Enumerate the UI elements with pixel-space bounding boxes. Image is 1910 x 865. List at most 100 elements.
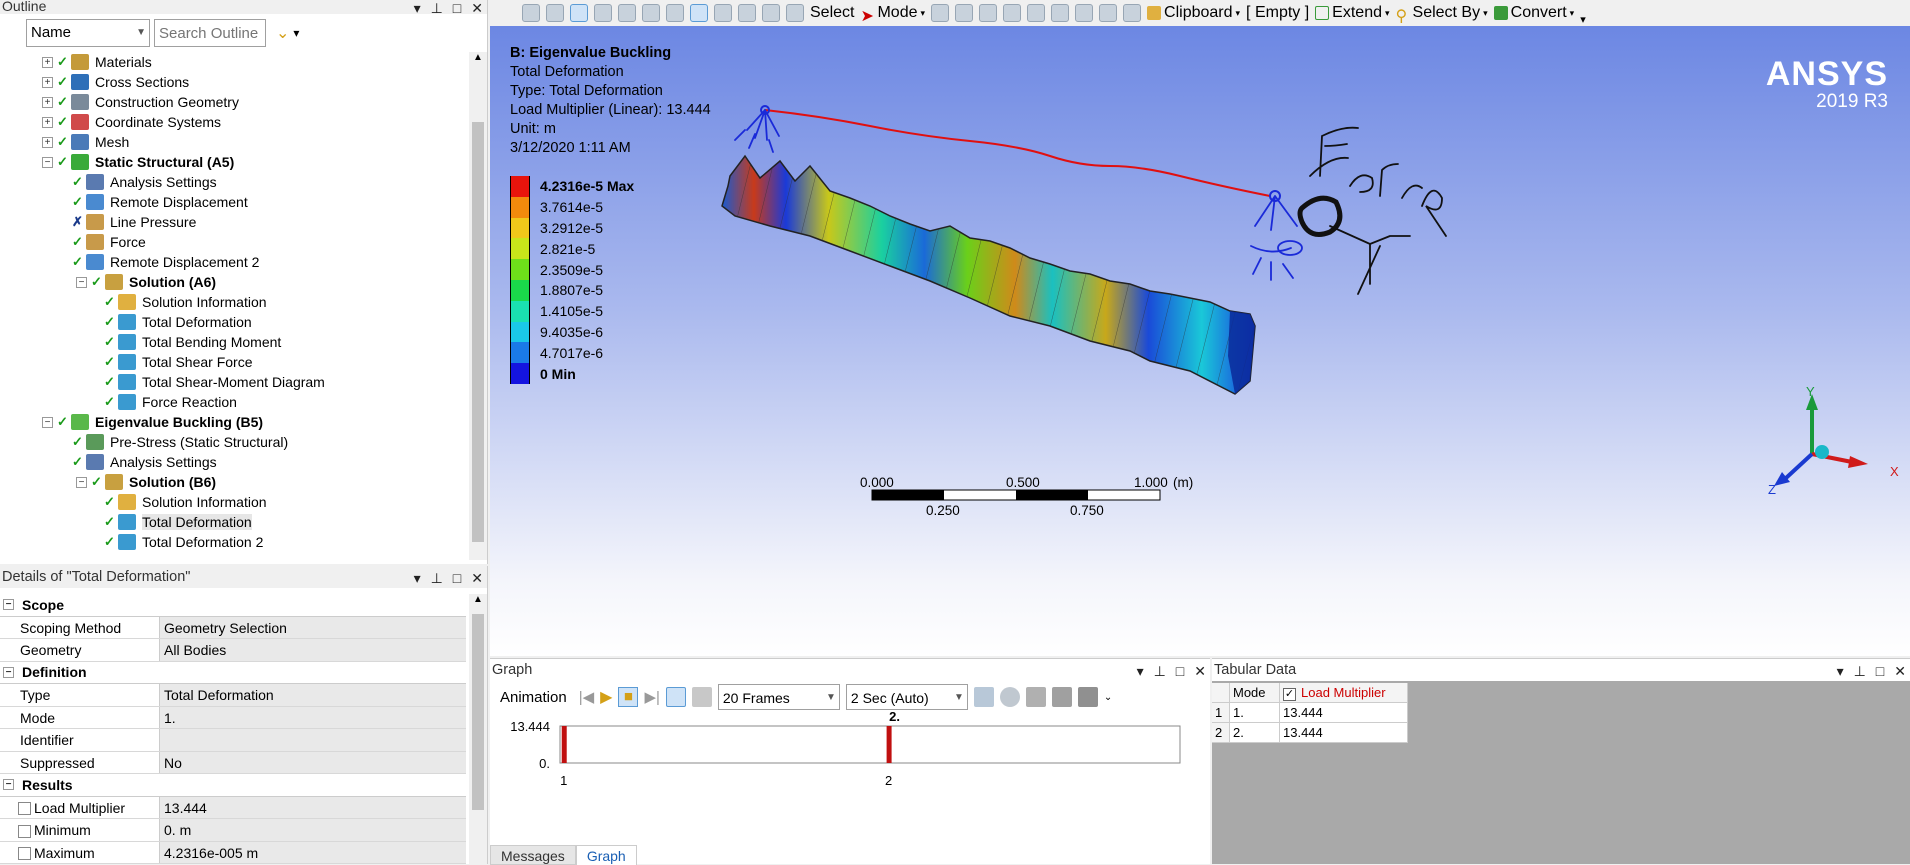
close-icon[interactable]: ✕ xyxy=(1194,663,1206,680)
magnifier-icon[interactable] xyxy=(786,4,804,22)
rotate-icon[interactable] xyxy=(666,4,684,22)
details-row[interactable]: Suppressed No xyxy=(0,751,466,774)
mode-button[interactable]: ➤ Mode ▾ xyxy=(860,4,925,25)
deformed-beam[interactable] xyxy=(721,154,1256,395)
details-row[interactable]: Type Total Deformation xyxy=(0,684,466,707)
tree-item[interactable]: ✓ Force xyxy=(72,232,146,252)
expand-icon[interactable]: + xyxy=(42,136,53,148)
collapse-icon[interactable]: − xyxy=(3,779,14,791)
tree-item[interactable]: + ✓ Mesh xyxy=(42,132,129,152)
box-zoom-icon[interactable] xyxy=(738,4,756,22)
select-all-icon[interactable] xyxy=(1099,4,1118,22)
toolbar-overflow-icon[interactable]: ▾ xyxy=(1580,13,1586,26)
collapse-icon[interactable]: − xyxy=(3,599,14,611)
convert-button[interactable]: Convert ▾ xyxy=(1493,4,1574,22)
expand-icon[interactable]: + xyxy=(42,96,53,108)
property-value[interactable]: 13.444 xyxy=(160,796,466,818)
tree-item[interactable]: ✓ Remote Displacement xyxy=(72,192,248,212)
pin-icon[interactable]: ⊥ xyxy=(431,570,443,587)
tree-item[interactable]: − ✓ Eigenvalue Buckling (B5) xyxy=(42,412,263,432)
select-body-icon[interactable] xyxy=(1003,4,1022,22)
maximize-icon[interactable]: □ xyxy=(453,570,461,587)
tree-item[interactable]: + ✓ Materials xyxy=(42,52,152,72)
parameter-checkbox[interactable] xyxy=(18,802,31,816)
select-edge-icon[interactable] xyxy=(955,4,974,22)
outline-scroll-thumb[interactable] xyxy=(472,122,484,542)
scroll-up-icon[interactable]: ▲ xyxy=(469,594,487,605)
tree-item[interactable]: ✓ Total Bending Moment xyxy=(104,332,281,352)
pane-menu-icon[interactable]: ▾ xyxy=(414,570,421,587)
pin-icon[interactable]: ⊥ xyxy=(431,0,443,17)
select-mesh-icon[interactable] xyxy=(1075,4,1094,22)
tree-item[interactable]: + ✓ Construction Geometry xyxy=(42,92,239,112)
tree-item[interactable]: ✓ Total Deformation xyxy=(104,312,252,332)
tree-item[interactable]: ✓ Total Deformation xyxy=(104,512,252,532)
mode-bar-chart[interactable]: 0. 13.444 1 2 2. xyxy=(490,709,1210,841)
extend-button[interactable]: Extend ▾ xyxy=(1315,4,1390,22)
tree-item[interactable]: ✓ Total Deformation 2 xyxy=(104,532,263,552)
next-frame-icon[interactable]: ▶| xyxy=(644,688,659,706)
zoom-out-icon[interactable] xyxy=(546,4,564,22)
zoom-graph-icon[interactable] xyxy=(999,687,1020,707)
details-row[interactable]: Minimum 0. m xyxy=(0,819,466,842)
overflow-chevron-icon[interactable]: ⌄ xyxy=(1104,692,1112,703)
details-section-header[interactable]: − Definition xyxy=(0,661,466,684)
name-filter-combo[interactable]: Name ▼ xyxy=(26,19,150,47)
property-value[interactable]: Geometry Selection xyxy=(160,616,466,638)
frames-select[interactable]: 20 Frames ▼ xyxy=(717,684,840,710)
expand-icon[interactable]: + xyxy=(42,56,53,68)
details-section-header[interactable]: − Scope xyxy=(0,594,466,617)
header-mode[interactable]: Mode xyxy=(1230,683,1280,702)
search-outline-input[interactable] xyxy=(154,19,266,47)
details-scroll-thumb[interactable] xyxy=(472,614,484,810)
expand-icon[interactable]: + xyxy=(42,76,53,88)
tree-item[interactable]: ✓ Analysis Settings xyxy=(72,172,217,192)
tree-item[interactable]: ✓ Pre-Stress (Static Structural) xyxy=(72,432,288,452)
previous-frame-icon[interactable]: |◀ xyxy=(579,688,594,706)
details-row[interactable]: Geometry All Bodies xyxy=(0,639,466,662)
zoom-to-fit-icon[interactable] xyxy=(762,4,780,22)
tree-item[interactable]: ✓ Total Shear Force xyxy=(104,352,253,372)
stop-icon[interactable]: ■ xyxy=(618,687,639,707)
select-by-button[interactable]: ⚲ Select By ▾ xyxy=(1396,4,1488,25)
property-value[interactable]: 4.2316e-005 m xyxy=(160,841,466,863)
details-row[interactable]: Identifier xyxy=(0,729,466,752)
select-vertex-icon[interactable] xyxy=(931,4,950,22)
zoom-icon[interactable] xyxy=(714,4,732,22)
property-value[interactable]: Total Deformation xyxy=(160,684,466,706)
pane-menu-icon[interactable]: ▾ xyxy=(1137,663,1144,680)
maximize-icon[interactable]: □ xyxy=(1176,663,1184,680)
collapse-icon[interactable]: − xyxy=(76,276,87,288)
graphics-viewport[interactable]: B: Eigenvalue Buckling Total Deformation… xyxy=(490,26,1910,656)
details-row[interactable]: Mode 1. xyxy=(0,706,466,729)
property-value[interactable]: All Bodies xyxy=(160,639,466,661)
tree-item[interactable]: ✗ Line Pressure xyxy=(72,212,196,232)
tree-item[interactable]: − ✓ Static Structural (A5) xyxy=(42,152,234,172)
display-icon[interactable] xyxy=(642,4,660,22)
scroll-up-icon[interactable]: ▲ xyxy=(469,52,487,63)
export-video-icon[interactable] xyxy=(973,687,994,707)
collapse-icon[interactable]: − xyxy=(76,476,87,488)
tab-graph[interactable]: Graph xyxy=(575,845,637,865)
property-value[interactable]: 1. xyxy=(160,706,466,728)
details-row[interactable]: Load Multiplier 13.444 xyxy=(0,796,466,819)
pane-menu-icon[interactable]: ▾ xyxy=(414,0,421,17)
collapse-icon[interactable]: − xyxy=(42,416,53,428)
details-row[interactable]: Maximum 4.2316e-005 m xyxy=(0,841,466,864)
wireframe-view-icon[interactable] xyxy=(594,4,612,22)
property-value[interactable]: No xyxy=(160,751,466,773)
details-section-header[interactable]: − Results xyxy=(0,774,466,797)
property-value[interactable] xyxy=(160,729,466,751)
header-load-multiplier[interactable]: ✓ Load Multiplier xyxy=(1280,683,1408,702)
tree-item[interactable]: ✓ Force Reaction xyxy=(104,392,237,412)
details-row[interactable]: Scoping Method Geometry Selection xyxy=(0,616,466,639)
select-face-icon[interactable] xyxy=(979,4,998,22)
tree-item[interactable]: − ✓ Solution (B6) xyxy=(76,472,216,492)
shaded-view-icon[interactable] xyxy=(570,4,588,22)
distributed-frames-icon[interactable] xyxy=(665,687,686,707)
grid-icon[interactable] xyxy=(1025,687,1046,707)
axis-triad[interactable] xyxy=(1774,394,1868,486)
search-options-chevron-icon[interactable]: ⌄ xyxy=(276,23,289,43)
duration-select[interactable]: 2 Sec (Auto) ▼ xyxy=(845,684,968,710)
tree-item[interactable]: ✓ Solution Information xyxy=(104,292,267,312)
